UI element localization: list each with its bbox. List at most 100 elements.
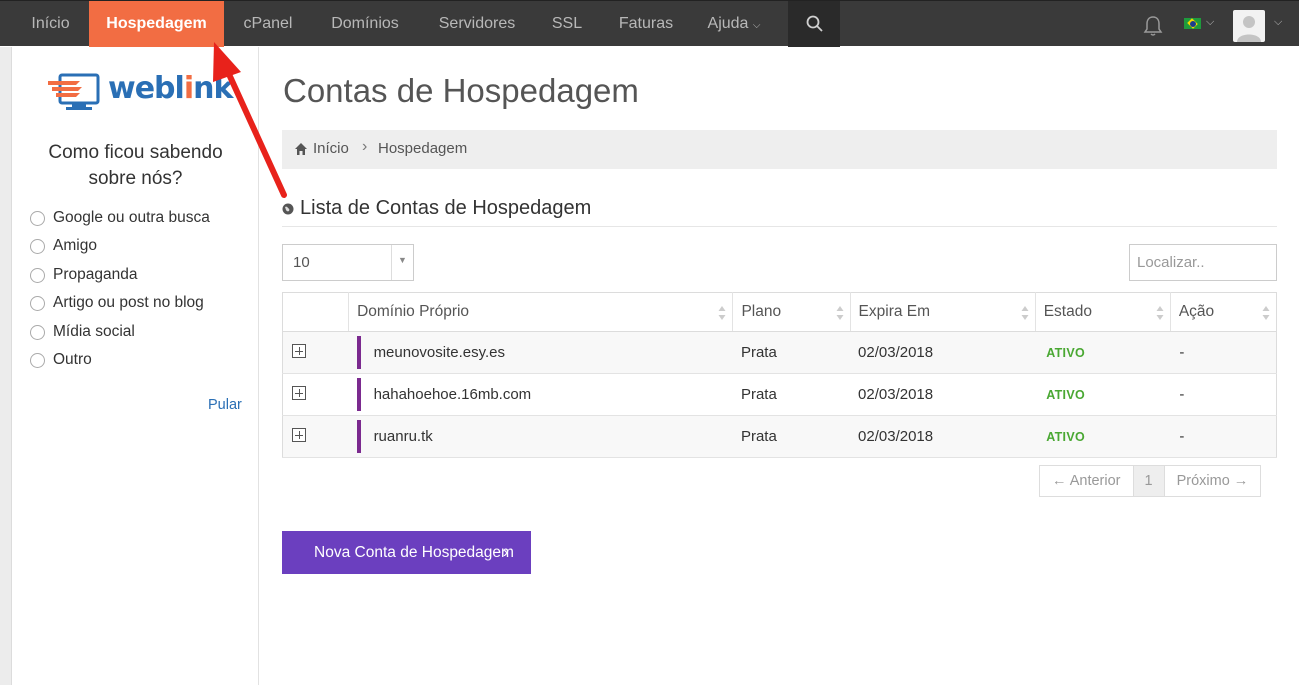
top-navbar: Início Hospedagem cPanel Domínios Servid… bbox=[0, 0, 1299, 47]
row-color-bar bbox=[356, 336, 361, 369]
row-color-bar bbox=[356, 378, 361, 411]
header-label: Domínio Próprio bbox=[357, 303, 470, 320]
survey-title: Como ficou sabendo sobre nós? bbox=[48, 142, 223, 189]
status-badge: ATIVO bbox=[1046, 388, 1085, 402]
nav-inicio[interactable]: Início bbox=[12, 1, 89, 47]
page-length-value: 10 bbox=[293, 254, 310, 271]
expand-row-icon[interactable] bbox=[292, 386, 306, 400]
option-label: Propaganda bbox=[53, 266, 138, 283]
breadcrumb-current: Hospedagem bbox=[378, 140, 468, 157]
domain-value[interactable]: ruanru.tk bbox=[374, 428, 433, 445]
nav-servidores[interactable]: Servidores bbox=[418, 1, 536, 47]
logo-text-part: webl bbox=[108, 71, 185, 106]
column-header-plan[interactable]: Plano bbox=[732, 292, 851, 332]
action-cell: - bbox=[1170, 373, 1277, 416]
nav-ajuda[interactable]: Ajuda ⌵ bbox=[694, 1, 774, 47]
survey-option-midia-social[interactable]: Mídia social bbox=[30, 322, 135, 342]
plan-cell: Prata bbox=[732, 331, 851, 374]
status-cell: ATIVO bbox=[1035, 415, 1171, 458]
action-cell: - bbox=[1170, 331, 1277, 374]
pagination-page[interactable]: 1 bbox=[1132, 466, 1165, 496]
search-input[interactable] bbox=[1129, 244, 1277, 281]
header-label: Expira Em bbox=[858, 303, 931, 320]
column-header-status[interactable]: Estado bbox=[1035, 292, 1171, 332]
status-badge: ATIVO bbox=[1046, 346, 1085, 360]
logo-text-accent: i bbox=[183, 71, 194, 106]
sort-icon[interactable] bbox=[718, 305, 726, 321]
logo-text-part: nk bbox=[193, 71, 233, 106]
sort-icon[interactable] bbox=[836, 305, 844, 321]
table-row[interactable]: ruanru.tk Prata 02/03/2018 ATIVO - bbox=[282, 415, 1277, 458]
expand-row-icon[interactable] bbox=[292, 344, 306, 358]
search-icon bbox=[806, 15, 823, 32]
domain-value[interactable]: meunovosite.esy.es bbox=[374, 344, 505, 361]
chevron-down-icon[interactable]: ⌵ bbox=[1274, 16, 1282, 29]
bell-icon[interactable] bbox=[1143, 15, 1163, 37]
avatar[interactable] bbox=[1233, 10, 1265, 42]
survey-option-amigo[interactable]: Amigo bbox=[30, 236, 97, 256]
chevron-down-icon: ⌵ bbox=[752, 20, 761, 31]
table-row[interactable]: hahahoehoe.16mb.com Prata 02/03/2018 ATI… bbox=[282, 373, 1277, 416]
nav-hospedagem[interactable]: Hospedagem bbox=[89, 1, 224, 47]
search-button[interactable] bbox=[788, 1, 840, 47]
button-label: Nova Conta de Hospedagem bbox=[314, 544, 514, 561]
nav-ajuda-label: Ajuda bbox=[707, 15, 749, 32]
domain-cell: hahahoehoe.16mb.com bbox=[348, 373, 733, 416]
plan-cell: Prata bbox=[732, 415, 851, 458]
expand-cell bbox=[282, 415, 349, 458]
radio-button[interactable] bbox=[30, 352, 45, 368]
pagination-next[interactable]: Próximo → bbox=[1165, 466, 1261, 496]
domain-value[interactable]: hahahoehoe.16mb.com bbox=[374, 386, 532, 403]
expand-row-icon[interactable] bbox=[292, 428, 306, 442]
nav-cpanel[interactable]: cPanel bbox=[224, 1, 312, 47]
survey-option-propaganda[interactable]: Propaganda bbox=[30, 265, 137, 285]
sort-icon[interactable] bbox=[1262, 305, 1270, 321]
column-header-expires[interactable]: Expira Em bbox=[850, 292, 1036, 332]
header-label: Plano bbox=[741, 303, 782, 320]
radio-button[interactable] bbox=[30, 210, 45, 226]
breadcrumb-home[interactable]: Início bbox=[313, 140, 349, 157]
survey-option-outro[interactable]: Outro bbox=[30, 350, 92, 370]
row-color-bar bbox=[356, 420, 361, 453]
radio-button[interactable] bbox=[30, 267, 45, 283]
header-label: Ação bbox=[1178, 303, 1215, 320]
brazil-flag-icon[interactable] bbox=[1184, 18, 1201, 29]
breadcrumb: Início › Hospedagem bbox=[282, 130, 1277, 169]
expand-column-header bbox=[282, 292, 350, 332]
nav-dominios[interactable]: Domínios bbox=[312, 1, 418, 47]
caret-down-icon: ▼ bbox=[398, 255, 407, 265]
logo-icon bbox=[48, 73, 100, 110]
column-header-domain[interactable]: Domínio Próprio bbox=[348, 292, 734, 332]
expand-cell bbox=[282, 331, 349, 374]
radio-button[interactable] bbox=[30, 295, 45, 311]
radio-button[interactable] bbox=[30, 238, 45, 254]
nav-ssl[interactable]: SSL bbox=[536, 1, 598, 47]
chevron-down-icon[interactable]: ⌵ bbox=[1206, 16, 1214, 29]
sort-icon[interactable] bbox=[1156, 305, 1164, 321]
nav-faturas[interactable]: Faturas bbox=[598, 1, 694, 47]
survey-option-artigo[interactable]: Artigo ou post no blog bbox=[30, 293, 204, 313]
page-length-select[interactable]: 10 ▼ bbox=[282, 244, 414, 281]
option-label: Outro bbox=[53, 351, 92, 368]
expires-cell: 02/03/2018 bbox=[850, 373, 1036, 416]
option-label: Artigo ou post no blog bbox=[53, 294, 204, 311]
pagination: ← Anterior 1 Próximo → bbox=[1039, 465, 1262, 497]
radio-button[interactable] bbox=[30, 324, 45, 340]
column-header-action[interactable]: Ação bbox=[1170, 292, 1277, 332]
option-label: Google ou outra busca bbox=[53, 209, 210, 226]
new-hosting-account-button[interactable]: Nova Conta de Hospedagem › bbox=[282, 531, 531, 574]
table-row[interactable]: meunovosite.esy.es Prata 02/03/2018 ATIV… bbox=[282, 331, 1277, 374]
left-edge bbox=[0, 47, 12, 685]
chevron-right-icon: › bbox=[362, 138, 368, 155]
sort-icon[interactable] bbox=[1021, 305, 1029, 321]
sidebar: weblink Como ficou sabendo sobre nós? Go… bbox=[12, 47, 259, 685]
status-cell: ATIVO bbox=[1035, 373, 1171, 416]
option-label: Mídia social bbox=[53, 323, 135, 340]
section-title: Lista de Contas de Hospedagem bbox=[300, 197, 592, 219]
pagination-previous[interactable]: ← Anterior bbox=[1040, 466, 1133, 496]
status-cell: ATIVO bbox=[1035, 331, 1171, 374]
survey-option-google[interactable]: Google ou outra busca bbox=[30, 208, 210, 228]
skip-link[interactable]: Pular bbox=[208, 397, 242, 413]
status-badge: ATIVO bbox=[1046, 430, 1085, 444]
hosting-table: Domínio Próprio Plano Expira Em Estado A… bbox=[282, 292, 1277, 458]
